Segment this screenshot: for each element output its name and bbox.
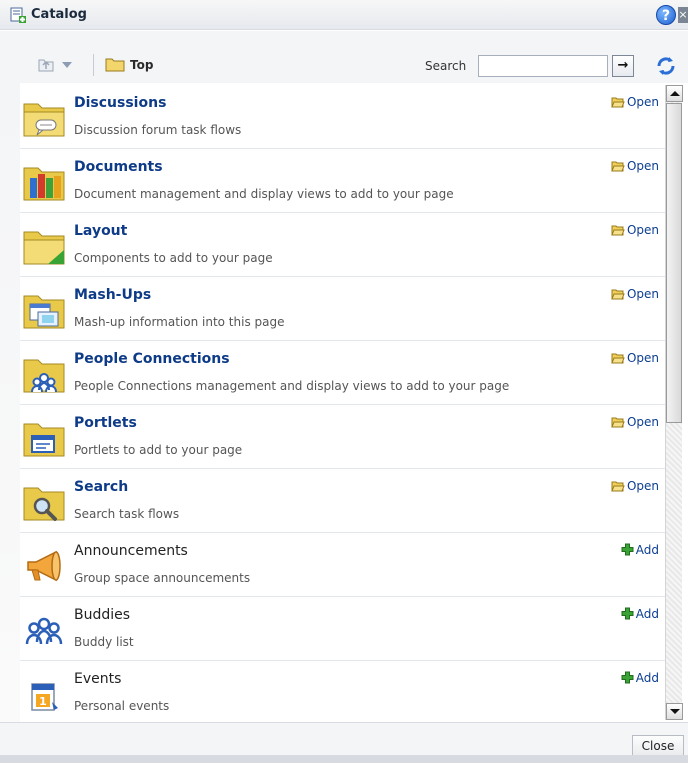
item-title-mashups[interactable]: Mash-Ups <box>74 287 151 303</box>
list-item: 1 Events Personal events Add <box>20 661 665 720</box>
open-label: Open <box>626 415 659 429</box>
search-folder-icon <box>23 487 65 521</box>
open-people-connections-button[interactable]: Open <box>611 351 659 365</box>
item-description: Search task flows <box>74 507 180 521</box>
add-plus-icon <box>621 543 634 556</box>
item-title-portlets[interactable]: Portlets <box>74 415 137 431</box>
open-label: Open <box>626 95 659 109</box>
scroll-up-arrow[interactable] <box>666 85 683 102</box>
item-description: Personal events <box>74 699 170 713</box>
item-title-events[interactable]: Events <box>74 671 121 687</box>
list-item: Mash-Ups Mash-up information into this p… <box>20 277 665 341</box>
open-layout-button[interactable]: Open <box>611 223 659 237</box>
search-input[interactable] <box>478 55 608 77</box>
portlets-folder-icon <box>23 423 65 457</box>
people-icon <box>25 617 63 645</box>
list-item: Documents Document management and displa… <box>20 149 665 213</box>
item-description: Buddy list <box>74 635 134 649</box>
open-discussions-button[interactable]: Open <box>611 95 659 109</box>
list-item: Buddies Buddy list Add <box>20 597 665 661</box>
item-title-search[interactable]: Search <box>74 479 128 495</box>
close-icon[interactable]: × <box>678 7 688 23</box>
item-title-discussions[interactable]: Discussions <box>74 95 166 111</box>
open-label: Open <box>626 351 659 365</box>
folder-icon <box>105 58 125 72</box>
add-label: Add <box>635 607 659 621</box>
search-label: Search <box>425 59 467 73</box>
open-documents-button[interactable]: Open <box>611 159 659 173</box>
layout-folder-icon <box>23 231 65 265</box>
open-folder-icon <box>611 481 625 492</box>
svg-text:1: 1 <box>39 695 47 708</box>
open-label: Open <box>626 223 659 237</box>
item-description: People Connections management and displa… <box>74 379 510 393</box>
add-plus-icon <box>621 671 634 684</box>
open-folder-icon <box>611 353 625 364</box>
breadcrumb-top[interactable]: Top <box>130 58 153 72</box>
history-dropdown-icon[interactable] <box>62 62 72 68</box>
item-title-documents[interactable]: Documents <box>74 159 163 175</box>
add-plus-icon <box>621 607 634 620</box>
refresh-icon[interactable] <box>654 54 678 78</box>
item-description: Portlets to add to your page <box>74 443 243 457</box>
item-description: Document management and display views to… <box>74 187 454 201</box>
catalog-list: Discussions Discussion forum task flows … <box>20 85 665 720</box>
add-label: Add <box>635 543 659 557</box>
bottom-edge <box>0 755 688 763</box>
megaphone-icon <box>27 550 61 582</box>
item-description: Discussion forum task flows <box>74 123 242 137</box>
open-search-button[interactable]: Open <box>611 479 659 493</box>
people-connections-folder-icon <box>23 359 65 393</box>
open-folder-icon <box>611 417 625 428</box>
open-mashups-button[interactable]: Open <box>611 287 659 301</box>
item-title-buddies[interactable]: Buddies <box>74 607 130 623</box>
add-label: Add <box>635 671 659 685</box>
open-folder-icon <box>611 225 625 236</box>
open-portlets-button[interactable]: Open <box>611 415 659 429</box>
close-button[interactable]: Close <box>632 735 684 757</box>
mashups-folder-icon <box>23 295 65 329</box>
documents-folder-icon <box>23 167 65 201</box>
help-icon[interactable]: ? <box>656 5 676 25</box>
calendar-icon: 1 <box>31 683 58 711</box>
vertical-scrollbar[interactable] <box>665 85 683 720</box>
dialog-title-bar: Catalog ? × <box>0 0 688 30</box>
item-title-layout[interactable]: Layout <box>74 223 127 239</box>
item-description: Components to add to your page <box>74 251 273 265</box>
scroll-thumb[interactable] <box>666 103 682 423</box>
catalog-add-icon <box>10 7 26 23</box>
list-item: Discussions Discussion forum task flows … <box>20 85 665 149</box>
discussions-folder-icon <box>23 103 65 137</box>
list-item: Portlets Portlets to add to your page Op… <box>20 405 665 469</box>
open-folder-icon <box>611 161 625 172</box>
toolbar-divider <box>93 54 94 76</box>
list-item: Announcements Group space announcements … <box>20 533 665 597</box>
left-gutter <box>0 83 20 723</box>
open-folder-icon <box>611 289 625 300</box>
add-buddies-button[interactable]: Add <box>621 607 659 621</box>
catalog-toolbar: Top Search → <box>0 31 688 83</box>
open-folder-icon <box>611 97 625 108</box>
scroll-down-arrow[interactable] <box>666 703 683 720</box>
up-folder-icon[interactable] <box>37 55 55 73</box>
item-description: Mash-up information into this page <box>74 315 285 329</box>
add-events-button[interactable]: Add <box>621 671 659 685</box>
search-go-button[interactable]: → <box>612 55 634 77</box>
add-announcements-button[interactable]: Add <box>621 543 659 557</box>
open-label: Open <box>626 287 659 301</box>
dialog-title: Catalog <box>31 7 87 22</box>
item-description: Group space announcements <box>74 571 251 585</box>
item-title-announcements[interactable]: Announcements <box>74 543 188 559</box>
open-label: Open <box>626 479 659 493</box>
list-item: Layout Components to add to your page Op… <box>20 213 665 277</box>
list-item: Search Search task flows Open <box>20 469 665 533</box>
open-label: Open <box>626 159 659 173</box>
list-item: People Connections People Connections ma… <box>20 341 665 405</box>
item-title-people-connections[interactable]: People Connections <box>74 351 230 367</box>
